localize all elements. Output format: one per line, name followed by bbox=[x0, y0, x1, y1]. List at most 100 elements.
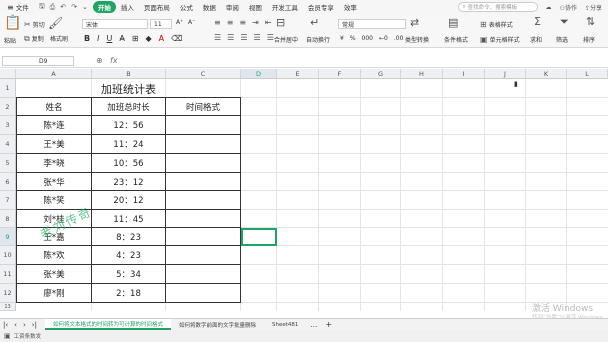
col-header-l[interactable]: L bbox=[567, 69, 608, 79]
sum-icon-button[interactable]: Σ bbox=[534, 16, 541, 27]
row-header-9[interactable]: 9 bbox=[0, 228, 16, 246]
last-sheet-icon[interactable]: ›| bbox=[29, 321, 45, 329]
thousands-icon[interactable]: 000 bbox=[362, 35, 373, 42]
tab-insert[interactable]: 插入 bbox=[116, 1, 139, 13]
sheet-tab-active[interactable]: 如何将文本格式的时间转为可计算的时间格式 bbox=[44, 319, 171, 330]
header-cell-hours[interactable]: 加班总时长 bbox=[92, 98, 165, 115]
cell-style-button[interactable]: ▣ 单元格样式 bbox=[480, 35, 520, 44]
col-header-d[interactable]: D bbox=[241, 69, 277, 79]
border-icon[interactable]: ⊞ bbox=[132, 34, 139, 43]
first-sheet-icon[interactable]: |‹ bbox=[0, 321, 11, 329]
wrap-button[interactable]: 自动换行 bbox=[306, 35, 330, 44]
type-convert-icon-button[interactable]: ⇄ bbox=[410, 17, 419, 28]
sheet-tab[interactable]: 如何将数字前面的文字批量删除 bbox=[171, 319, 264, 330]
decimal-decrease-icon[interactable]: .00 bbox=[394, 35, 404, 42]
cond-format-icon-button[interactable]: ▤ bbox=[448, 17, 458, 28]
row-header-11[interactable]: 11 bbox=[0, 265, 16, 284]
cloud-icon[interactable]: ☁ bbox=[546, 4, 552, 11]
row-header-2[interactable]: 2 bbox=[0, 98, 16, 116]
merge-center-button-icon[interactable]: ⊟ bbox=[276, 17, 285, 28]
col-header-e[interactable]: E bbox=[277, 69, 319, 79]
tab-page-layout[interactable]: 页面布局 bbox=[139, 1, 175, 13]
hours-cell[interactable]: 10：56 bbox=[92, 154, 165, 172]
align-top-icon[interactable]: ≡ bbox=[214, 19, 221, 27]
indent-icon[interactable]: ⇥ bbox=[252, 19, 259, 27]
sort-button[interactable]: 排序 bbox=[583, 35, 595, 44]
font-shrink-button[interactable]: A⁻ bbox=[188, 19, 195, 26]
row-header-7[interactable]: 7 bbox=[0, 191, 16, 210]
fx-icon[interactable]: fx bbox=[110, 56, 118, 65]
font-select[interactable]: 宋体 bbox=[82, 19, 148, 29]
hours-cell[interactable]: 12：56 bbox=[92, 116, 165, 134]
tab-developer[interactable]: 开发工具 bbox=[267, 1, 303, 13]
row-header-10[interactable]: 10 bbox=[0, 246, 16, 265]
hours-cell[interactable]: 23：12 bbox=[92, 173, 165, 190]
col-header-f[interactable]: F bbox=[319, 69, 361, 79]
paste-button[interactable]: 📋 bbox=[4, 16, 21, 30]
tab-efficiency[interactable]: 效率 bbox=[339, 1, 362, 13]
type-convert-button[interactable]: 类型转换 bbox=[405, 35, 429, 44]
font-color-icon[interactable]: A bbox=[159, 34, 164, 43]
filter-icon-button[interactable]: ⏷ bbox=[560, 16, 569, 27]
row-header-5[interactable]: 5 bbox=[0, 154, 16, 173]
sort-icon-button[interactable]: ⇅ bbox=[586, 16, 595, 27]
paste-label[interactable]: 粘贴 bbox=[4, 36, 16, 45]
selected-cell-d9[interactable] bbox=[241, 228, 277, 246]
align-bottom-icon[interactable]: ≡ bbox=[239, 19, 246, 27]
col-header-a[interactable]: A bbox=[16, 69, 92, 79]
filter-button[interactable]: 筛选 bbox=[556, 35, 568, 44]
tab-data[interactable]: 数据 bbox=[198, 1, 221, 13]
percent-icon[interactable]: % bbox=[350, 35, 356, 42]
justify-icon[interactable]: ☰ bbox=[254, 34, 261, 42]
share-button[interactable]: ⇪分享 bbox=[585, 3, 602, 12]
hours-cell[interactable]: 8：23 bbox=[92, 228, 165, 245]
tab-view[interactable]: 视图 bbox=[244, 1, 267, 13]
clear-icon[interactable]: ⌫ bbox=[171, 34, 182, 43]
row-header-4[interactable]: 4 bbox=[0, 135, 16, 154]
hours-cell[interactable]: 11：45 bbox=[92, 210, 165, 227]
outdent-icon[interactable]: ⇤ bbox=[265, 19, 272, 27]
prev-sheet-icon[interactable]: ‹ bbox=[11, 321, 20, 329]
hours-cell[interactable]: 20：12 bbox=[92, 191, 165, 209]
col-header-c[interactable]: C bbox=[166, 69, 241, 79]
hours-cell[interactable]: 2：18 bbox=[92, 284, 165, 302]
tab-formulas[interactable]: 公式 bbox=[175, 1, 198, 13]
col-header-h[interactable]: H bbox=[401, 69, 443, 79]
align-right-icon[interactable]: ☰ bbox=[240, 34, 247, 42]
header-cell-format[interactable]: 时间格式 bbox=[166, 98, 240, 115]
align-left-icon[interactable]: ☰ bbox=[214, 34, 221, 42]
col-header-i[interactable]: I bbox=[443, 69, 485, 79]
merge-center-button[interactable]: 合并居中 bbox=[274, 35, 298, 44]
distribute-icon[interactable]: ☰ bbox=[267, 34, 274, 42]
row-header-1[interactable]: 1 bbox=[0, 79, 16, 98]
print-icon[interactable]: ⎙ bbox=[50, 3, 56, 12]
align-center-icon[interactable]: ☰ bbox=[227, 34, 234, 42]
strikethrough-icon[interactable]: A̶ bbox=[119, 34, 124, 43]
cut-button[interactable]: ✂ 剪切 bbox=[24, 20, 45, 29]
header-cell-name[interactable]: 姓名 bbox=[17, 98, 91, 115]
fill-color-icon[interactable]: ◆ bbox=[146, 34, 152, 43]
select-all-corner[interactable] bbox=[0, 69, 16, 79]
hours-cell[interactable]: 4：23 bbox=[92, 246, 165, 264]
number-format-select[interactable]: 常规 bbox=[338, 19, 406, 29]
tab-review[interactable]: 审阅 bbox=[221, 1, 244, 13]
copy-button[interactable]: ⧉ 复制 bbox=[24, 34, 44, 43]
cond-format-button[interactable]: 条件格式 bbox=[444, 35, 468, 44]
format-painter-label[interactable]: 格式刷 bbox=[50, 34, 68, 43]
name-cell[interactable]: 陈*欢 bbox=[17, 246, 91, 264]
currency-icon[interactable]: ¥ bbox=[340, 35, 344, 42]
name-cell[interactable]: 王*美 bbox=[17, 135, 91, 153]
col-header-j[interactable]: J bbox=[485, 69, 526, 79]
row-header-8[interactable]: 8 bbox=[0, 210, 16, 228]
dropdown-icon[interactable]: ⌄ bbox=[82, 3, 88, 11]
row-header-3[interactable]: 3 bbox=[0, 116, 16, 135]
name-cell[interactable]: 廖*刚 bbox=[17, 284, 91, 302]
wrap-button-icon[interactable]: ↵ bbox=[310, 17, 319, 28]
format-painter-button[interactable]: 🖌 bbox=[48, 17, 63, 29]
row-header-6[interactable]: 6 bbox=[0, 173, 16, 191]
name-cell[interactable]: 张*华 bbox=[17, 173, 91, 190]
col-header-b[interactable]: B bbox=[92, 69, 166, 79]
align-middle-icon[interactable]: ≡ bbox=[227, 19, 234, 27]
name-box[interactable]: D9 bbox=[2, 56, 74, 66]
name-cell[interactable]: 李*晓 bbox=[17, 154, 91, 172]
